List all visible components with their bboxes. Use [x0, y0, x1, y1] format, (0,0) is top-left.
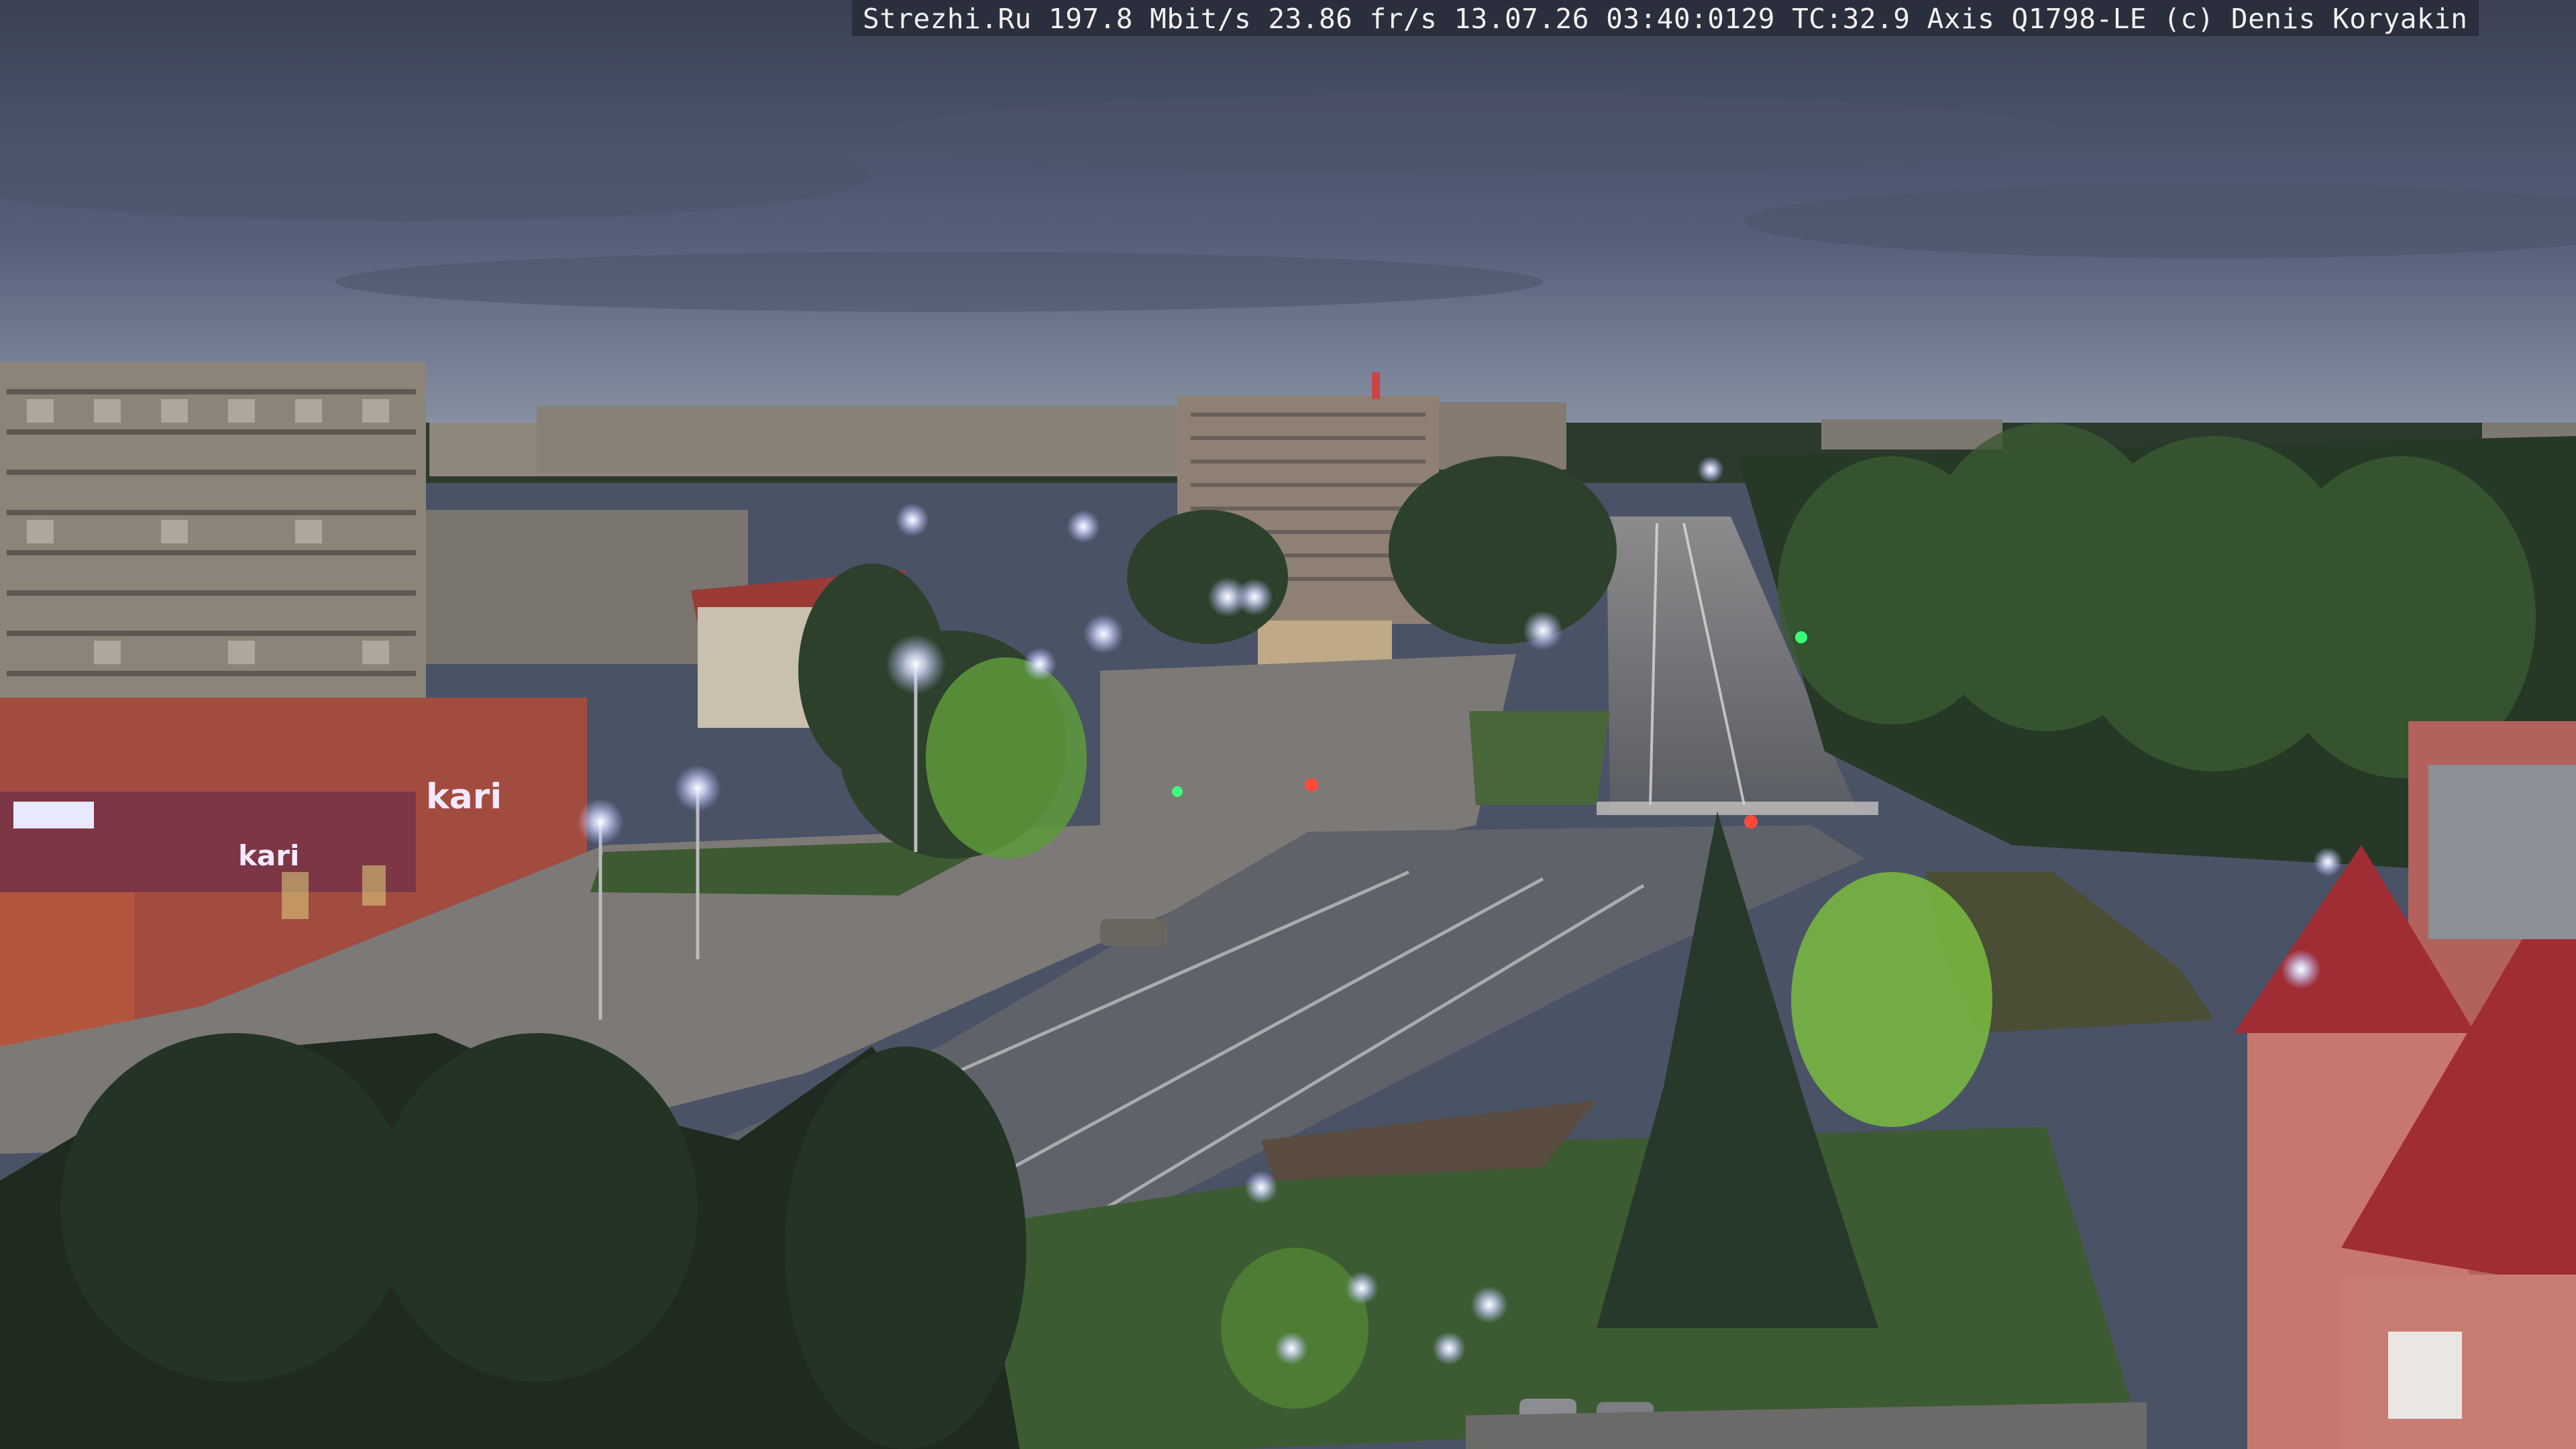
store-sign-small: kari	[238, 839, 299, 872]
lit-tree-foreground	[1221, 1248, 1368, 1409]
webcam-view: kari kari	[0, 0, 2576, 1449]
lit-tree-center	[926, 657, 1087, 859]
lit-tree-right	[1791, 872, 1992, 1127]
lawn-center	[1469, 711, 1610, 805]
city-street-scene: kari kari	[0, 0, 2576, 1449]
store-sign: kari	[426, 777, 502, 817]
camera-info-overlay: Strezhi.Ru 197.8 Mbit/s 23.86 fr/s 13.07…	[852, 0, 2479, 36]
parked-car	[1100, 919, 1167, 946]
crosswalk	[1597, 802, 1878, 815]
